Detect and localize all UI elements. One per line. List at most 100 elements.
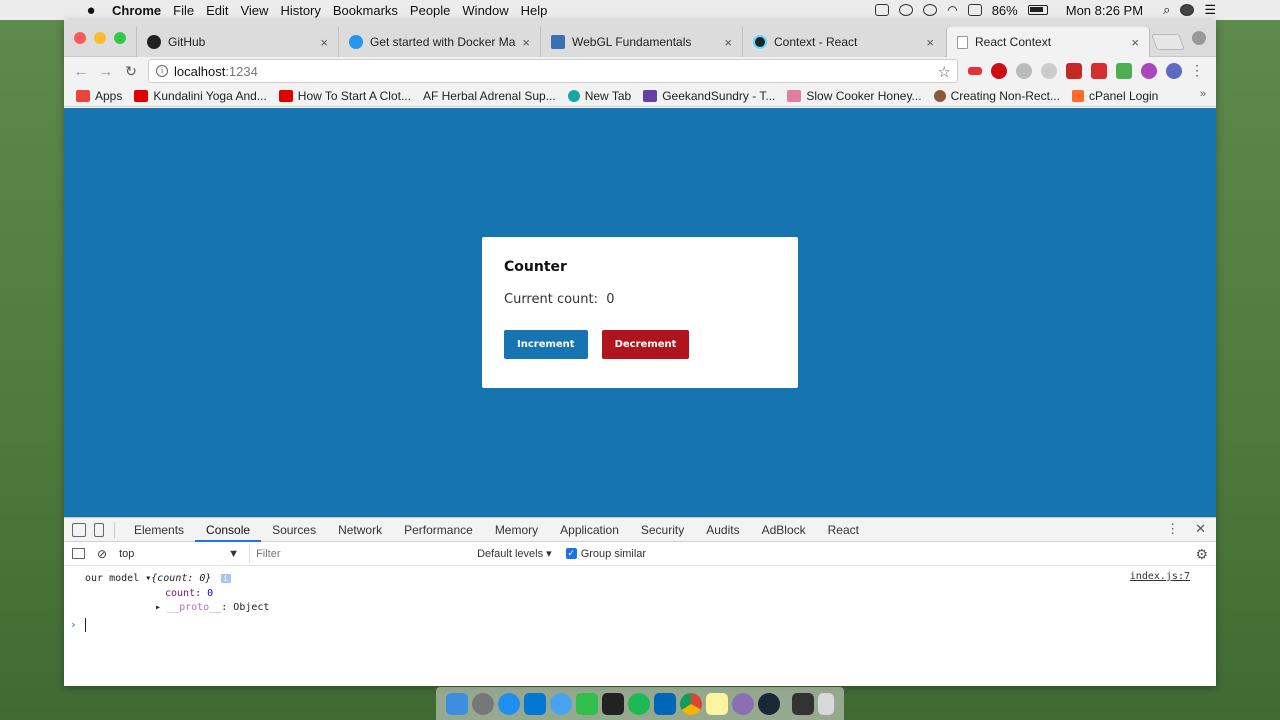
chrome-menu-icon[interactable]: ⋮ [1190, 62, 1204, 79]
console-input[interactable] [85, 618, 1185, 632]
finder-icon[interactable] [446, 692, 468, 715]
devtools-tab-application[interactable]: Application [549, 518, 630, 542]
devtools-tab-adblock[interactable]: AdBlock [751, 518, 817, 542]
bookmark-slow-cooker[interactable]: Slow Cooker Honey... [787, 89, 922, 103]
sync-icon[interactable] [923, 4, 938, 16]
clear-console-icon[interactable]: ⊘ [97, 547, 107, 561]
log-levels-dropdown[interactable]: Default levels ▾ [477, 547, 552, 560]
app-store-icon[interactable] [498, 692, 520, 715]
context-selector[interactable]: top ▼ [119, 548, 239, 560]
creative-cloud-icon[interactable] [899, 4, 914, 16]
inspect-element-icon[interactable] [72, 522, 86, 537]
menu-people[interactable]: People [410, 3, 450, 18]
decrement-button[interactable]: Decrement [601, 330, 690, 359]
blue-extension-icon[interactable] [1166, 63, 1182, 79]
menu-view[interactable]: View [240, 3, 268, 18]
devtools-tab-audits[interactable]: Audits [695, 518, 750, 542]
wifi-icon[interactable]: ◠ [947, 3, 957, 17]
devtools-tab-elements[interactable]: Elements [123, 518, 195, 542]
menu-bookmarks[interactable]: Bookmarks [333, 3, 398, 18]
notes-icon[interactable] [706, 692, 728, 715]
messages-icon[interactable] [550, 692, 572, 715]
visual-studio-icon[interactable] [654, 692, 676, 715]
chrome-icon[interactable] [680, 692, 702, 715]
grey-extension-icon[interactable] [1016, 63, 1032, 79]
tab-react-context[interactable]: React Context × [946, 27, 1150, 57]
ebay-extension-icon[interactable] [968, 67, 982, 75]
color-extension-icon[interactable] [1141, 63, 1157, 79]
tab-github[interactable]: GitHub × [136, 27, 338, 57]
bookmark-herbal[interactable]: AF Herbal Adrenal Sup... [423, 89, 556, 103]
new-tab-button[interactable] [1151, 34, 1185, 50]
close-devtools-icon[interactable]: ✕ [1195, 521, 1206, 537]
font-extension-icon[interactable] [1091, 63, 1107, 79]
bookmark-geekandsundry[interactable]: GeekandSundry - T... [643, 89, 775, 103]
devtools-tab-security[interactable]: Security [630, 518, 695, 542]
airplay-icon[interactable] [967, 4, 982, 16]
eyedropper-extension-icon[interactable] [1116, 63, 1132, 79]
devtools-tab-sources[interactable]: Sources [261, 518, 327, 542]
close-tab-icon[interactable]: × [522, 35, 530, 50]
spotlight-icon[interactable]: ⌕ [1163, 2, 1170, 18]
menu-edit[interactable]: Edit [206, 3, 228, 18]
spotify-icon[interactable] [628, 692, 650, 715]
bookmark-kundalini[interactable]: Kundalini Yoga And... [134, 89, 267, 103]
bookmarks-overflow-icon[interactable]: » [1200, 88, 1206, 100]
profile-icon[interactable] [1192, 31, 1206, 45]
red-extension-icon[interactable] [1066, 63, 1082, 79]
device-toolbar-icon[interactable] [94, 522, 104, 537]
launchpad-icon[interactable] [472, 692, 494, 715]
group-similar-checkbox[interactable]: ✓ Group similar [565, 548, 646, 560]
bubble-extension-icon[interactable] [1041, 63, 1057, 79]
console-sidebar-icon[interactable] [72, 548, 85, 559]
steam-icon[interactable] [758, 692, 780, 715]
log-source-link[interactable]: index.js:7 [1130, 570, 1190, 585]
tab-docker[interactable]: Get started with Docker Machi × [338, 27, 540, 57]
menu-help[interactable]: Help [521, 3, 548, 18]
devtools-tab-memory[interactable]: Memory [484, 518, 549, 542]
trash-icon[interactable] [818, 692, 834, 715]
site-info-icon[interactable]: i [156, 65, 168, 77]
facetime-icon[interactable] [576, 692, 598, 715]
object-property-proto[interactable]: ▸ __proto__: Object [85, 601, 1216, 616]
clock[interactable]: Mon 8:26 PM [1066, 3, 1143, 18]
log-object-summary[interactable]: {count: 0} [151, 573, 211, 584]
close-tab-icon[interactable]: × [724, 35, 732, 50]
close-tab-icon[interactable]: × [1131, 35, 1139, 50]
devtools-menu-icon[interactable]: ⋮ [1166, 521, 1179, 537]
tab-webgl[interactable]: WebGL Fundamentals × [540, 27, 742, 57]
menu-chrome[interactable]: Chrome [112, 3, 161, 18]
forward-icon[interactable]: → [98, 63, 114, 80]
reload-icon[interactable]: ↻ [123, 63, 139, 80]
devtools-tab-react[interactable]: React [817, 518, 870, 542]
menu-file[interactable]: File [173, 3, 194, 18]
games-icon[interactable] [732, 692, 754, 715]
close-tab-icon[interactable]: × [926, 35, 934, 50]
devtools-tab-performance[interactable]: Performance [393, 518, 484, 542]
screen-record-icon[interactable] [875, 4, 890, 16]
menu-window[interactable]: Window [462, 3, 508, 18]
console-settings-icon[interactable]: ⚙ [1195, 546, 1208, 563]
collapsed-triangle-icon[interactable]: ▸ [155, 602, 161, 613]
bookmark-apps[interactable]: Apps [76, 89, 122, 103]
address-bar[interactable]: i localhost:1234 ☆ [148, 59, 958, 83]
bookmark-star-icon[interactable]: ☆ [938, 63, 951, 81]
opera-extension-icon[interactable] [991, 63, 1007, 79]
downloads-stack-icon[interactable] [792, 692, 814, 715]
bookmark-clothing[interactable]: How To Start A Clot... [278, 89, 411, 103]
increment-button[interactable]: Increment [504, 330, 588, 359]
menu-history[interactable]: History [280, 3, 320, 18]
bookmark-new-tab[interactable]: New Tab [567, 89, 631, 103]
console-filter-input[interactable]: Filter [249, 544, 469, 563]
devtools-tab-network[interactable]: Network [327, 518, 393, 542]
notification-center-icon[interactable]: ☰ [1204, 2, 1216, 18]
tab-context-react[interactable]: Context - React × [742, 27, 944, 57]
close-tab-icon[interactable]: × [320, 35, 328, 50]
bookmark-non-rect[interactable]: Creating Non-Rect... [933, 89, 1060, 103]
minimize-window-button[interactable] [94, 32, 106, 44]
apple-menu-icon[interactable]: ● [80, 2, 102, 19]
terminal-icon[interactable] [602, 692, 624, 715]
siri-icon[interactable] [1180, 4, 1195, 16]
vscode-icon[interactable] [524, 692, 546, 715]
battery-icon[interactable] [1027, 5, 1048, 15]
